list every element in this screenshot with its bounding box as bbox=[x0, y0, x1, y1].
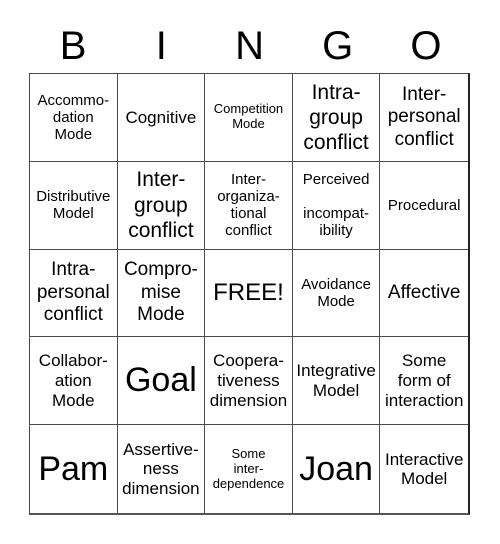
header-letter-i: I bbox=[155, 24, 167, 68]
header-letter-n: N bbox=[235, 24, 264, 68]
bingo-cell[interactable]: Cognitive bbox=[117, 74, 206, 162]
bingo-cell[interactable]: Compro- mise Mode bbox=[117, 249, 206, 338]
header-letter-b: B bbox=[59, 24, 87, 68]
bingo-cell[interactable]: Accommo- dation Mode bbox=[30, 74, 118, 162]
bingo-cell[interactable]: Collabor- ation Mode bbox=[30, 337, 118, 426]
bingo-cell[interactable]: Inter- personal conflict bbox=[380, 74, 468, 162]
bingo-cell[interactable]: Integrative Model bbox=[292, 337, 381, 426]
bingo-cell[interactable]: Distributive Model bbox=[30, 161, 118, 250]
bingo-cell[interactable]: Joan bbox=[293, 425, 381, 513]
bingo-header: B I N G O bbox=[29, 20, 470, 72]
bingo-cell[interactable]: Intra- group conflict bbox=[292, 74, 381, 162]
bingo-cell[interactable]: Assertive- ness dimension bbox=[118, 425, 206, 513]
free-space-cell[interactable]: FREE! bbox=[205, 249, 293, 338]
bingo-cell[interactable]: Intra- personal conflict bbox=[30, 249, 118, 338]
bingo-cell[interactable]: Some inter- dependence bbox=[205, 425, 293, 513]
bingo-cell[interactable]: Procedural bbox=[380, 162, 468, 250]
bingo-cell[interactable]: Avoidance Mode bbox=[292, 249, 381, 338]
bingo-cell[interactable]: Perceived incompat- ibility bbox=[292, 161, 381, 250]
header-letter-g: G bbox=[322, 24, 354, 68]
bingo-cell[interactable]: Pam bbox=[30, 425, 118, 513]
bingo-cell[interactable]: Some form of interaction bbox=[380, 337, 468, 426]
header-letter-o: O bbox=[410, 24, 442, 68]
bingo-grid: Accommo- dation Mode Cognitive Competiti… bbox=[29, 73, 470, 515]
bingo-cell[interactable]: Inter- organiza- tional conflict bbox=[205, 161, 293, 250]
bingo-cell[interactable]: Competition Mode bbox=[205, 74, 293, 162]
bingo-cell[interactable]: Inter- group conflict bbox=[117, 161, 206, 250]
bingo-cell[interactable]: Affective bbox=[380, 250, 468, 338]
bingo-cell[interactable]: Goal bbox=[117, 337, 206, 426]
bingo-cell[interactable]: Coopera- tiveness dimension bbox=[205, 337, 293, 426]
bingo-cell[interactable]: Interactive Model bbox=[380, 425, 468, 513]
